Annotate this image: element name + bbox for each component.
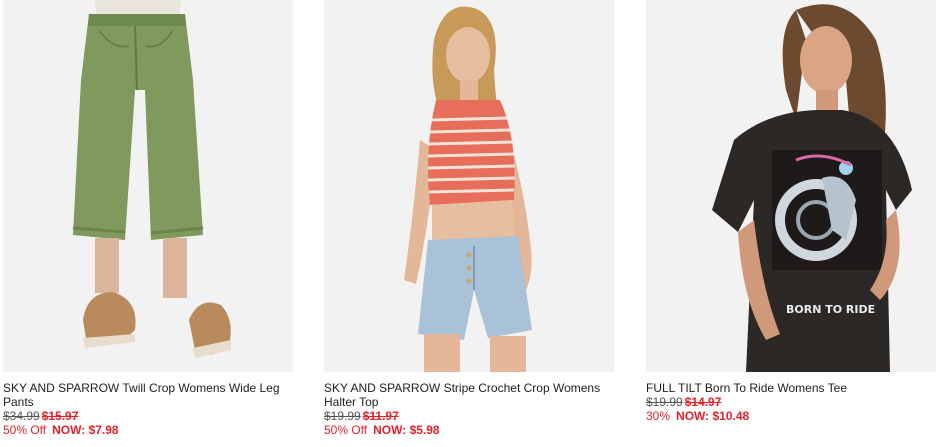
discount-row: 30% NOW: $10.48	[646, 409, 749, 423]
product-card: SKY AND SPARROW Stripe Crochet Crop Wome…	[324, 0, 614, 447]
product-image-pants[interactable]	[3, 0, 293, 372]
tee-graphic-text: BORN TO RIDE	[786, 303, 875, 316]
now-price: NOW: $7.98	[52, 423, 119, 437]
product-title[interactable]: SKY AND SPARROW Stripe Crochet Crop Wome…	[324, 381, 609, 409]
product-card: BORN TO RIDE FULL TILT Born To Ride Wome…	[646, 0, 936, 447]
sale-price: $15.97	[41, 409, 79, 423]
now-price: NOW: $5.98	[373, 423, 440, 437]
now-price: NOW: $10.48	[676, 409, 750, 423]
product-image-tee[interactable]: BORN TO RIDE	[646, 0, 936, 372]
product-title[interactable]: SKY AND SPARROW Twill Crop Womens Wide L…	[3, 381, 288, 409]
discount-label: 30%	[646, 409, 671, 423]
price-row: $19.99 $14.97	[646, 395, 721, 409]
sale-price: $14.97	[684, 395, 722, 409]
product-image-halter-top[interactable]	[324, 0, 614, 372]
sale-price: $11.97	[362, 409, 399, 423]
product-title[interactable]: FULL TILT Born To Ride Womens Tee	[646, 381, 931, 395]
discount-label: 50% Off	[3, 423, 47, 437]
price-row: $34.99 $15.97	[3, 409, 78, 423]
original-price: $34.99	[3, 409, 40, 423]
discount-row: 50% Off NOW: $7.98	[3, 423, 119, 437]
price-row: $19.99 $11.97	[324, 409, 399, 423]
discount-label: 50% Off	[324, 423, 368, 437]
original-price: $19.99	[646, 395, 683, 409]
product-card: SKY AND SPARROW Twill Crop Womens Wide L…	[3, 0, 293, 447]
product-grid: SKY AND SPARROW Twill Crop Womens Wide L…	[0, 0, 938, 447]
original-price: $19.99	[324, 409, 361, 423]
discount-row: 50% Off NOW: $5.98	[324, 423, 440, 437]
